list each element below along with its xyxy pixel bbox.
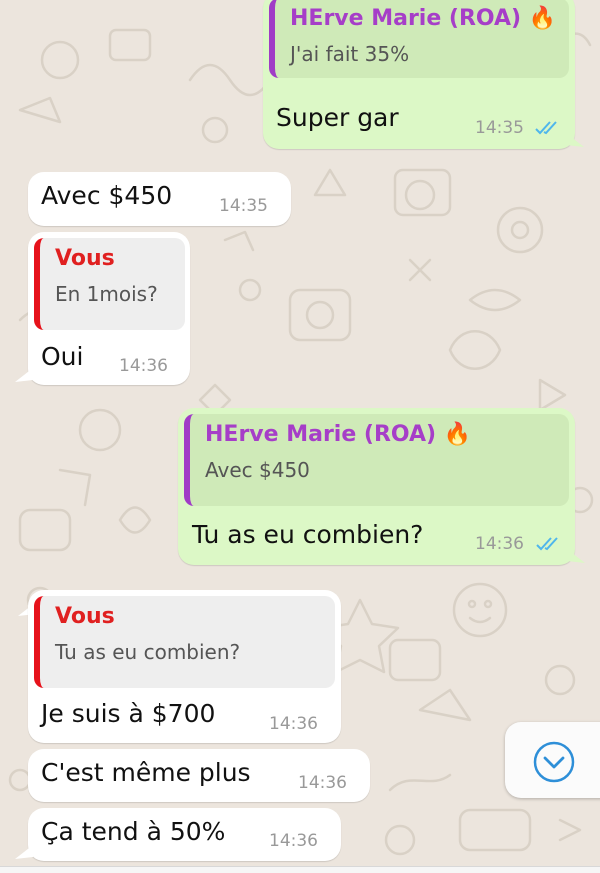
chevron-down-circle-icon bbox=[533, 741, 575, 783]
bubble-tail bbox=[567, 549, 585, 563]
message-bubble-incoming[interactable]: Vous En 1mois? Oui 14:36 bbox=[18, 232, 190, 616]
scroll-to-bottom-button[interactable] bbox=[505, 722, 600, 798]
quoted-message[interactable]: Vous En 1mois? bbox=[34, 238, 185, 330]
message-time: 14:35 bbox=[219, 196, 268, 216]
quoted-message[interactable]: HErve Marie (ROA) 🔥 Avec $450 bbox=[184, 414, 569, 506]
message-text: C'est même plus bbox=[41, 758, 251, 787]
quote-text: En 1mois? bbox=[55, 282, 158, 306]
double-check-icon bbox=[535, 121, 557, 135]
message-text: Oui bbox=[41, 342, 84, 371]
message-time: 14:36 bbox=[298, 773, 347, 793]
message-bubble-incoming[interactable]: C'est même plus 14:36 bbox=[28, 749, 370, 802]
message-time: 14:36 bbox=[119, 356, 168, 376]
bubble-tail bbox=[566, 133, 584, 147]
quote-author: Vous bbox=[55, 246, 115, 271]
message-bubble-incoming[interactable]: Avec $450 14:35 bbox=[28, 172, 291, 226]
quoted-message[interactable]: Vous Tu as eu combien? bbox=[34, 596, 335, 688]
message-time: 14:36 bbox=[269, 714, 318, 734]
message-time: 14:36 bbox=[269, 831, 318, 851]
message-text: Je suis à $700 bbox=[41, 699, 216, 728]
message-bubble-incoming[interactable]: Ça tend à 50% 14:36 bbox=[28, 808, 341, 861]
quote-author: HErve Marie (ROA) 🔥 bbox=[205, 422, 472, 447]
quote-text: Avec $450 bbox=[205, 458, 310, 482]
message-text: Ça tend à 50% bbox=[41, 817, 226, 846]
quote-author: HErve Marie (ROA) 🔥 bbox=[290, 6, 557, 31]
message-time: 14:35 bbox=[475, 118, 524, 138]
quoted-message[interactable]: HErve Marie (ROA) 🔥 J'ai fait 35% bbox=[269, 0, 569, 78]
fire-emoji-icon: 🔥 bbox=[528, 6, 557, 31]
quote-author: Vous bbox=[55, 604, 115, 629]
fire-emoji-icon: 🔥 bbox=[443, 422, 472, 447]
bubble-tail bbox=[15, 368, 33, 382]
quote-text: J'ai fait 35% bbox=[290, 42, 410, 66]
message-time: 14:36 bbox=[475, 534, 524, 554]
message-bubble-outgoing[interactable]: HErve Marie (ROA) 🔥 J'ai fait 35% Super … bbox=[263, 0, 584, 149]
message-bubble-outgoing[interactable]: HErve Marie (ROA) 🔥 Avec $450 Tu as eu c… bbox=[178, 408, 575, 565]
message-text: Super gar bbox=[276, 103, 399, 132]
bubble-tail bbox=[15, 845, 33, 859]
message-text: Tu as eu combien? bbox=[192, 520, 424, 549]
message-text: Avec $450 bbox=[41, 181, 173, 210]
double-check-icon bbox=[536, 537, 558, 551]
quote-text: Tu as eu combien? bbox=[55, 640, 241, 664]
message-bubble-incoming[interactable]: Vous Tu as eu combien? Je suis à $700 14… bbox=[28, 590, 341, 743]
